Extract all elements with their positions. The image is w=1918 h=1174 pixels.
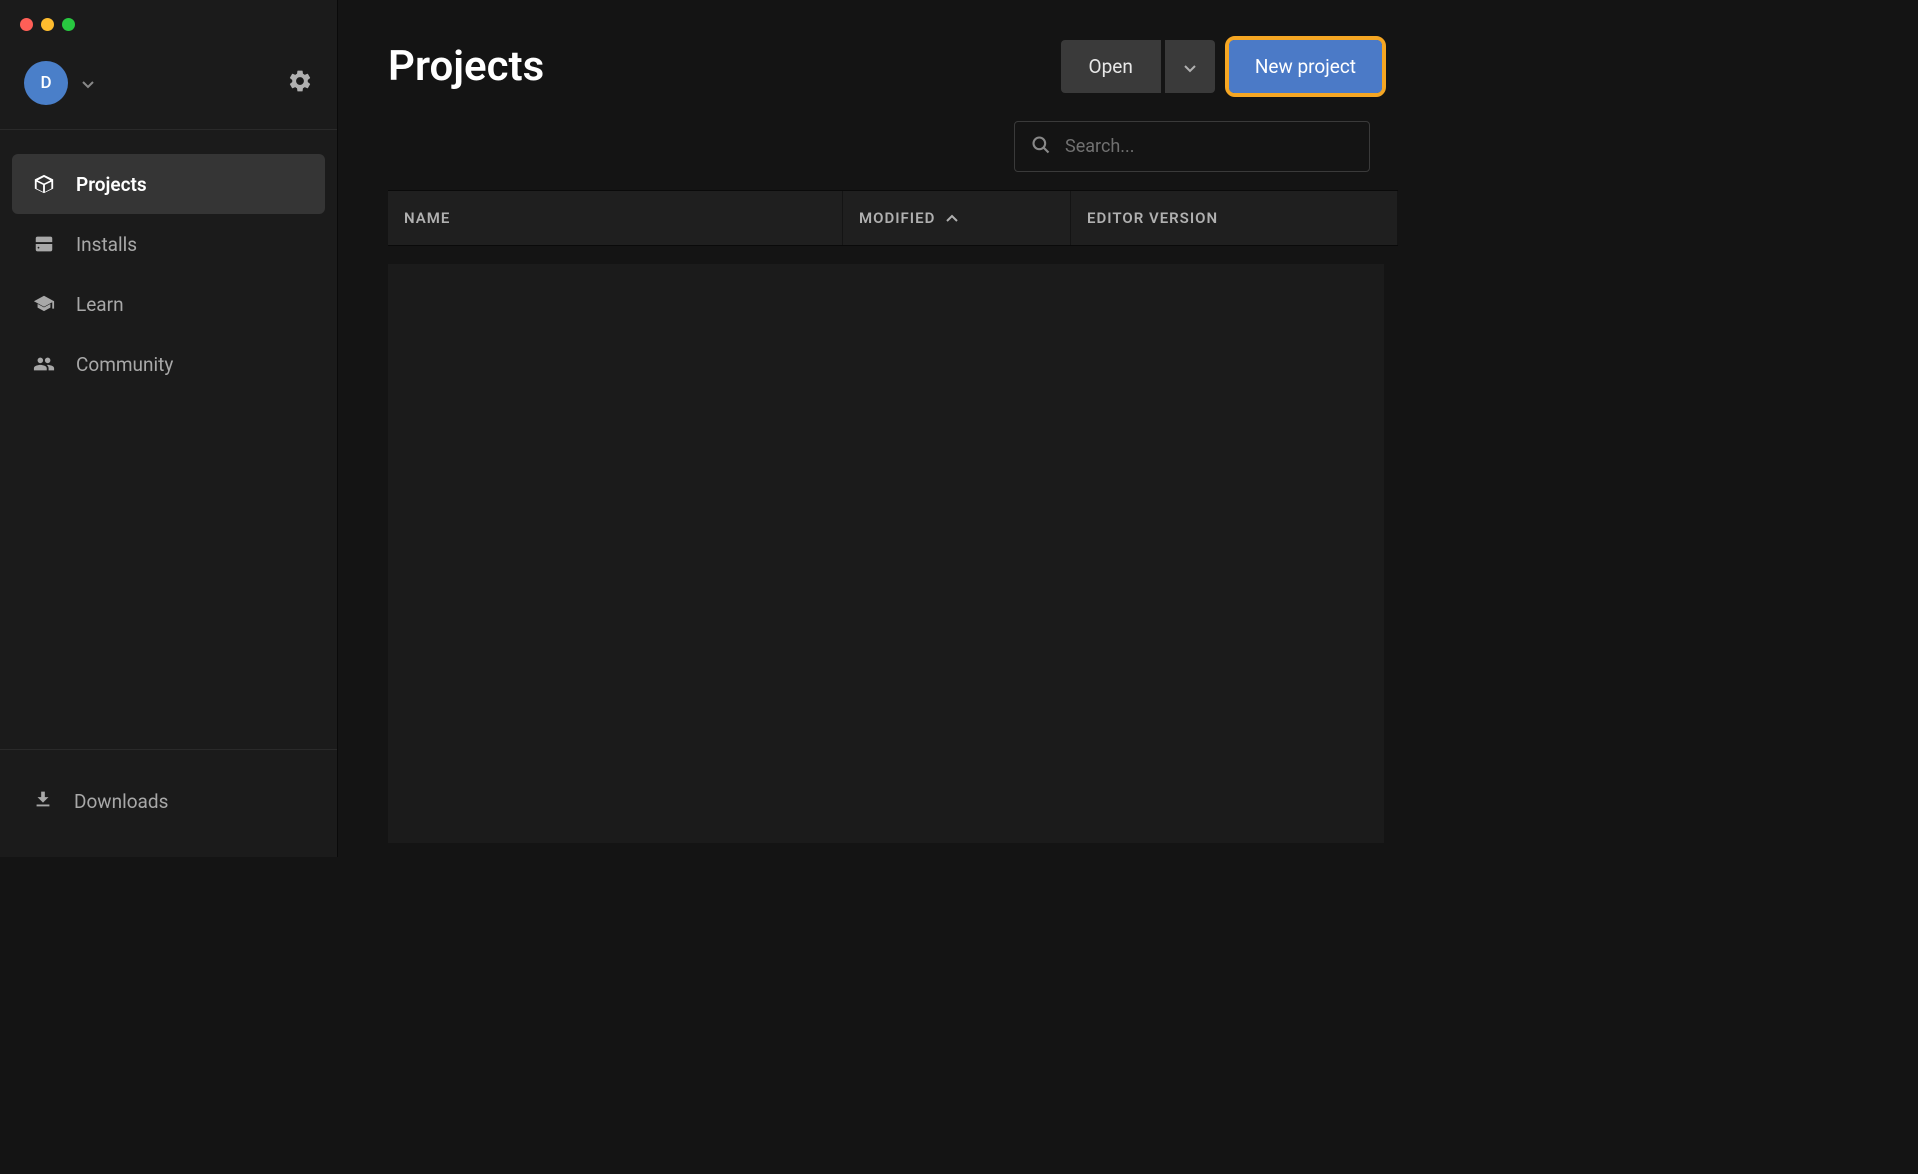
avatar-initial: D [40,73,51,93]
app-window: D Projects [0,0,1398,857]
window-minimize-button[interactable] [41,18,54,31]
table-body [338,246,1398,857]
user-section: D [0,41,337,129]
header-actions: Open New project [1061,36,1386,97]
column-header-name[interactable]: NAME [388,191,843,245]
sidebar: D Projects [0,0,338,857]
window-maximize-button[interactable] [62,18,75,31]
sidebar-item-projects[interactable]: Projects [12,154,325,214]
sidebar-item-installs[interactable]: Installs [12,214,325,274]
sidebar-item-label: Downloads [74,790,168,813]
column-label: MODIFIED [859,209,935,227]
open-button-label: Open [1089,55,1133,78]
open-dropdown-button[interactable] [1165,40,1215,93]
downloads-section: Downloads [0,749,337,857]
graduation-icon [32,292,56,316]
people-icon [32,352,56,376]
sidebar-item-label: Learn [76,293,124,316]
table-header: NAME MODIFIED EDITOR VERSION [388,190,1398,246]
cube-icon [32,172,56,196]
download-icon [32,788,54,815]
search-icon [1031,135,1051,159]
sidebar-item-label: Installs [76,233,137,256]
chevron-down-icon [82,74,94,93]
settings-button[interactable] [287,68,313,98]
column-label: EDITOR VERSION [1087,209,1218,227]
window-controls [0,0,337,41]
search-box[interactable] [1014,121,1370,172]
open-button-group: Open [1061,40,1215,93]
sort-ascending-icon [945,209,959,227]
main-content: Projects Open New project [338,0,1398,857]
sidebar-item-community[interactable]: Community [12,334,325,394]
empty-project-list [388,264,1384,843]
column-header-modified[interactable]: MODIFIED [843,191,1071,245]
column-header-editor-version[interactable]: EDITOR VERSION [1071,191,1398,245]
search-row [338,121,1398,190]
page-title: Projects [388,42,544,91]
new-project-highlight: New project [1225,36,1386,97]
open-button[interactable]: Open [1061,40,1161,93]
chevron-down-icon [1184,55,1196,78]
window-close-button[interactable] [20,18,33,31]
sidebar-item-label: Community [76,353,173,376]
sidebar-item-downloads[interactable]: Downloads [12,770,325,833]
header: Projects Open New project [338,0,1398,121]
nav-section: Projects Installs Learn Community [0,130,337,749]
sidebar-item-label: Projects [76,173,147,196]
sidebar-item-learn[interactable]: Learn [12,274,325,334]
user-menu[interactable]: D [24,61,94,105]
new-project-button[interactable]: New project [1229,40,1382,93]
avatar: D [24,61,68,105]
search-input[interactable] [1065,136,1353,157]
drive-icon [32,232,56,256]
new-project-label: New project [1255,55,1356,78]
column-label: NAME [404,209,450,227]
